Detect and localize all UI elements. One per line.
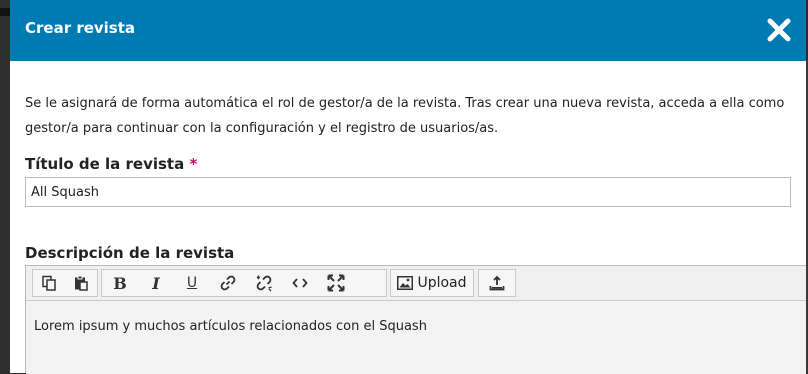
journal-title-input[interactable]	[25, 177, 791, 207]
upload-label: Upload	[417, 275, 467, 291]
backdrop	[0, 0, 10, 373]
paste-icon	[75, 275, 88, 291]
code-button[interactable]	[282, 270, 318, 296]
close-icon	[767, 18, 791, 42]
editor-content-text: Lorem ipsum y muchos artículos relaciona…	[34, 319, 427, 334]
editor-content-area[interactable]: Lorem ipsum y muchos artículos relaciona…	[26, 301, 806, 374]
journal-description-label: Descripción de la revista	[25, 244, 235, 262]
modal-header: Crear revista	[10, 0, 806, 61]
create-journal-modal: Crear revista Se le asignará de forma au…	[10, 0, 806, 374]
journal-title-label-text: Título de la revista	[25, 155, 185, 173]
file-upload-button[interactable]	[479, 270, 515, 296]
upload-file-icon	[489, 275, 505, 291]
description-editor: B I U Upload Lorem ipsum y muchos artícu…	[25, 265, 806, 374]
code-icon	[292, 278, 308, 288]
toolbar-group-file	[478, 269, 516, 297]
copy-button[interactable]	[33, 270, 65, 296]
underline-button[interactable]: U	[174, 270, 210, 296]
fullscreen-icon	[327, 274, 345, 292]
image-upload-button[interactable]: Upload	[391, 270, 473, 296]
italic-button[interactable]: I	[138, 270, 174, 296]
toolbar-group-clipboard	[32, 269, 98, 297]
toolbar-group-image: Upload	[390, 269, 474, 297]
image-icon	[397, 276, 414, 290]
toolbar-group-format: B I U	[101, 269, 387, 297]
journal-title-label: Título de la revista *	[25, 155, 197, 173]
fullscreen-button[interactable]	[318, 270, 354, 296]
copy-icon	[42, 275, 56, 291]
editor-toolbar: B I U Upload	[26, 266, 806, 301]
unlink-button[interactable]	[246, 270, 282, 296]
close-button[interactable]	[766, 17, 792, 43]
paste-button[interactable]	[65, 270, 97, 296]
link-button[interactable]	[210, 270, 246, 296]
required-marker: *	[189, 155, 198, 173]
intro-text: Se le asignará de forma automática el ro…	[25, 96, 785, 136]
link-icon	[220, 275, 236, 291]
bold-button[interactable]: B	[102, 270, 138, 296]
modal-title: Crear revista	[25, 19, 136, 37]
unlink-icon	[256, 275, 272, 292]
